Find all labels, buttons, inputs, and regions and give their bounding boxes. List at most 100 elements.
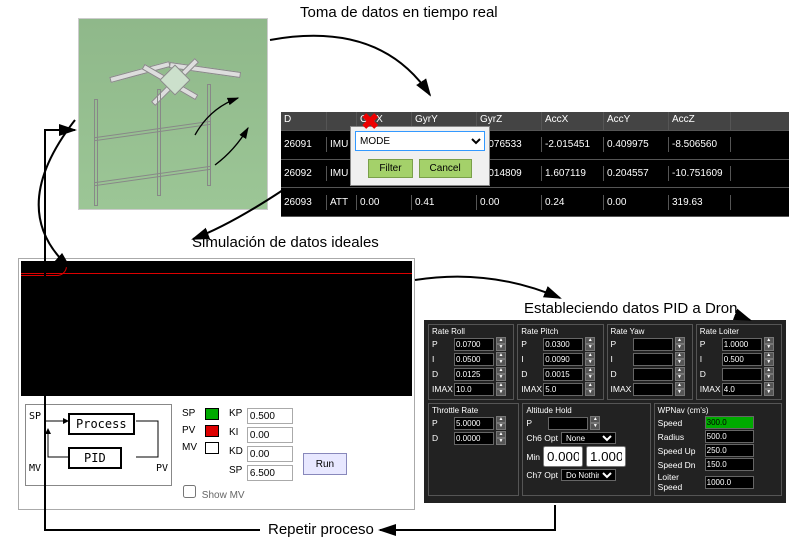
group-title: Throttle Rate (432, 406, 515, 415)
stepper-icon[interactable]: ▲▼ (496, 382, 506, 396)
cell: 26091 (281, 137, 327, 152)
rate-roll-imax[interactable] (454, 383, 494, 396)
wpnav-group: WPNav (cm's) Speed Radius Speed Up Speed… (654, 403, 782, 496)
cell: 0.409975 (604, 137, 669, 152)
stepper-icon[interactable]: ▲▼ (590, 416, 600, 430)
stepper-icon[interactable]: ▲▼ (496, 416, 506, 430)
lbl: P (432, 339, 452, 349)
rate-pitch-imax[interactable] (543, 383, 583, 396)
rate-pitch-group: Rate Pitch P▲▼ I▲▼ D▲▼ IMAX▲▼ (517, 324, 603, 400)
stepper-icon[interactable]: ▲▼ (675, 352, 685, 366)
pv-legend-label: PV (182, 425, 197, 437)
group-title: Altitude Hold (526, 406, 646, 415)
wpnav-speed[interactable] (705, 416, 754, 429)
ch6-max[interactable] (586, 446, 626, 467)
altitude-p[interactable] (548, 417, 588, 430)
wpnav-speedup[interactable] (705, 444, 754, 457)
stepper-icon[interactable]: ▲▼ (764, 367, 774, 381)
ch6-min[interactable] (543, 446, 583, 467)
mv-legend-label: MV (182, 442, 197, 454)
stepper-icon[interactable]: ▲▼ (496, 367, 506, 381)
rate-yaw-i[interactable] (633, 353, 673, 366)
show-mv-label: Show MV (202, 490, 245, 501)
lbl: Speed Dn (658, 460, 703, 470)
stepper-icon[interactable]: ▲▼ (496, 352, 506, 366)
lbl: IMAX (700, 384, 720, 394)
throttle-p[interactable] (454, 417, 494, 430)
kd-label: KD (229, 446, 243, 462)
wpnav-radius[interactable] (705, 430, 754, 443)
rate-roll-i[interactable] (454, 353, 494, 366)
lbl: Speed (658, 418, 703, 428)
rate-yaw-d[interactable] (633, 368, 673, 381)
group-title: Rate Yaw (611, 327, 689, 336)
stepper-icon[interactable]: ▲▼ (496, 337, 506, 351)
throttle-rate-group: Throttle Rate P▲▼ D▲▼ (428, 403, 519, 496)
rate-loiter-group: Rate Loiter P▲▼ I▲▼ D▲▼ IMAX▲▼ (696, 324, 782, 400)
rate-loiter-d[interactable] (722, 368, 762, 381)
group-title: Rate Pitch (521, 327, 599, 336)
group-title: WPNav (cm's) (658, 406, 778, 415)
filter-button[interactable]: Filter (368, 159, 412, 178)
stepper-icon[interactable]: ▲▼ (585, 367, 595, 381)
label-repeat: Repetir proceso (268, 521, 374, 538)
group-title: Rate Roll (432, 327, 510, 336)
ki-input[interactable] (247, 427, 293, 443)
lbl: P (521, 339, 541, 349)
rate-roll-group: Rate Roll P▲▼ I▲▼ D▲▼ IMAX▲▼ (428, 324, 514, 400)
table-row[interactable]: 26093 ATT 0.00 0.41 0.00 0.24 0.00 319.6… (281, 188, 789, 217)
ch7-select[interactable]: Do Nothing (561, 469, 616, 481)
rate-loiter-p[interactable] (722, 338, 762, 351)
label-ideal: Simulación de datos ideales (192, 234, 379, 251)
stepper-icon[interactable]: ▲▼ (585, 337, 595, 351)
run-button[interactable]: Run (303, 453, 347, 475)
rate-loiter-imax[interactable] (722, 383, 762, 396)
rate-roll-p[interactable] (454, 338, 494, 351)
stepper-icon[interactable]: ▲▼ (764, 337, 774, 351)
lbl: D (700, 369, 720, 379)
rate-pitch-p[interactable] (543, 338, 583, 351)
cell: 0.204557 (604, 166, 669, 181)
stepper-icon[interactable]: ▲▼ (675, 337, 685, 351)
kp-label: KP (229, 408, 243, 424)
rate-pitch-i[interactable] (543, 353, 583, 366)
show-mv-checkbox[interactable] (183, 485, 196, 498)
pv-swatch (205, 425, 219, 437)
rate-yaw-p[interactable] (633, 338, 673, 351)
col-id: D (281, 112, 327, 130)
lbl: I (521, 354, 541, 364)
stepper-icon[interactable]: ▲▼ (585, 382, 595, 396)
lbl: P (700, 339, 720, 349)
kd-input[interactable] (247, 446, 293, 462)
cancel-button[interactable]: Cancel (419, 159, 472, 178)
stepper-icon[interactable]: ▲▼ (764, 382, 774, 396)
wpnav-speeddn[interactable] (705, 458, 754, 471)
ch6-label: Ch6 Opt (526, 433, 558, 443)
lbl: I (611, 354, 631, 364)
cell: 26092 (281, 166, 327, 181)
block-diagram: Process PID SP MV PV (25, 404, 172, 486)
mode-filter-popup: ✖ MODE Filter Cancel (350, 126, 490, 186)
rate-yaw-imax[interactable] (633, 383, 673, 396)
stepper-icon[interactable]: ▲▼ (496, 431, 506, 445)
stepper-icon[interactable]: ▲▼ (675, 382, 685, 396)
lbl: D (432, 369, 452, 379)
sp-swatch (205, 408, 219, 420)
sp-input[interactable] (247, 465, 293, 481)
rate-pitch-d[interactable] (543, 368, 583, 381)
kp-input[interactable] (247, 408, 293, 424)
label-realtime: Toma de datos en tiempo real (300, 4, 498, 21)
lbl: P (432, 418, 452, 428)
close-icon[interactable]: ✖ (361, 109, 379, 135)
ch6-select[interactable]: None (561, 432, 616, 444)
stepper-icon[interactable]: ▲▼ (675, 367, 685, 381)
stepper-icon[interactable]: ▲▼ (764, 352, 774, 366)
rate-roll-d[interactable] (454, 368, 494, 381)
wpnav-loiter[interactable] (705, 476, 754, 489)
cell: -2.015451 (542, 137, 604, 152)
rate-loiter-i[interactable] (722, 353, 762, 366)
cell: 0.00 (604, 195, 669, 210)
rate-yaw-group: Rate Yaw P▲▼ I▲▼ D▲▼ IMAX▲▼ (607, 324, 693, 400)
throttle-d[interactable] (454, 432, 494, 445)
stepper-icon[interactable]: ▲▼ (585, 352, 595, 366)
